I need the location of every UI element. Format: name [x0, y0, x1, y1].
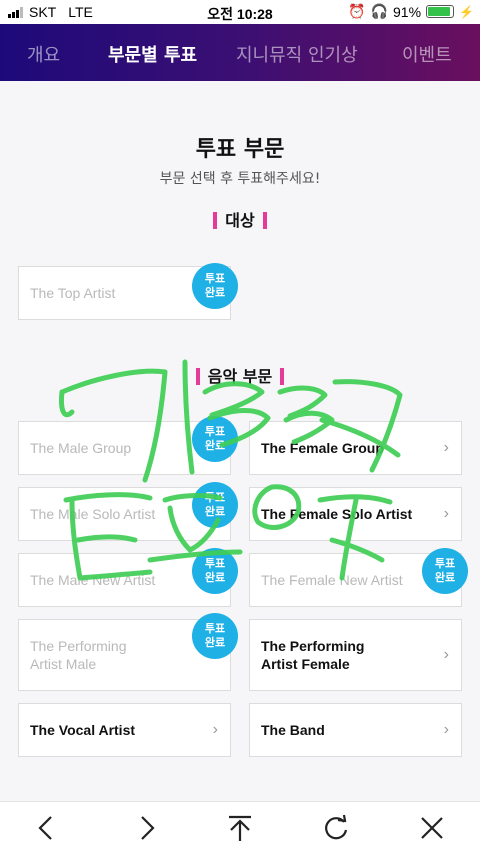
vote-complete-badge: 투표 완료 [192, 482, 238, 528]
vote-card-band[interactable]: The Band › [249, 703, 462, 757]
vote-card-label: The Performing Artist Male [30, 637, 126, 673]
badge-line-1: 투표 [204, 491, 226, 504]
heading-accent-left [213, 212, 218, 229]
heading-accent-left [195, 368, 200, 385]
badge-line-2: 완료 [204, 439, 226, 452]
label-line-1: The Performing [30, 638, 127, 654]
vote-card-female-solo[interactable]: The Female Solo Artist › [249, 487, 462, 541]
vote-content: 투표 부문 부문 선택 후 투표해주세요! 대상 The Top Artist … [0, 81, 480, 801]
badge-line-2: 완료 [434, 571, 456, 584]
vote-card-label: The Vocal Artist [30, 722, 136, 738]
label-line-1: The Performing [261, 638, 365, 654]
forward-icon [141, 816, 155, 840]
vote-card-label: The Male Group [30, 440, 132, 456]
close-button[interactable] [416, 812, 448, 844]
browser-toolbar [0, 801, 480, 853]
chevron-right-icon: › [212, 721, 218, 738]
badge-line-1: 투표 [204, 272, 226, 285]
vote-card-label: The Male Solo Artist [30, 506, 156, 522]
section-heading-grand-label: 대상 [225, 211, 255, 230]
section-heading-music: 음악 부문 [0, 363, 480, 387]
badge-line-2: 완료 [204, 505, 226, 518]
tab-event[interactable]: 이벤트 [402, 41, 452, 67]
status-bar: SKT LTE 오전 10:28 ⏰ 🎧 91% ⚡ [0, 0, 480, 24]
section-heading-grand: 대상 [0, 207, 480, 231]
chevron-right-icon: › [443, 439, 449, 456]
badge-line-1: 투표 [204, 557, 226, 570]
back-icon [38, 816, 52, 840]
vote-card-performing-female[interactable]: The Performing Artist Female › [249, 619, 462, 691]
vote-card-label: The Band [261, 722, 325, 738]
chevron-right-icon: › [443, 721, 449, 738]
vote-card-female-group[interactable]: The Female Group › [249, 421, 462, 475]
battery-icon [426, 5, 455, 18]
vote-complete-badge: 투표 완료 [192, 613, 238, 659]
status-right: ⏰ 🎧 91% ⚡ [348, 3, 474, 20]
badge-line-1: 투표 [204, 425, 226, 438]
battery-percent: 91% [393, 3, 422, 20]
tab-genie-popularity[interactable]: 지니뮤직 인기상 [236, 41, 358, 67]
heading-accent-right [280, 368, 285, 385]
label-line-2: Artist Female [261, 656, 350, 672]
forward-button[interactable] [131, 812, 163, 844]
vote-card-label: The Female New Artist [261, 572, 403, 588]
vote-complete-badge: 투표 완료 [422, 548, 468, 594]
vote-card-vocal-artist[interactable]: The Vocal Artist › [18, 703, 231, 757]
chevron-right-icon: › [443, 646, 449, 663]
vote-card-label: The Performing Artist Female [261, 637, 364, 673]
label-line-2: Artist Male [30, 656, 97, 672]
vote-complete-badge: 투표 완료 [192, 416, 238, 462]
vote-card-label: The Male New Artist [30, 572, 156, 588]
vote-complete-badge: 투표 완료 [192, 548, 238, 594]
badge-line-2: 완료 [204, 571, 226, 584]
heading-accent-right [262, 212, 267, 229]
close-icon [421, 817, 443, 839]
badge-line-1: 투표 [204, 622, 226, 635]
vote-card-label: The Top Artist [30, 285, 116, 301]
reload-button[interactable] [320, 812, 352, 844]
reload-icon [325, 814, 348, 840]
back-button[interactable] [30, 812, 62, 844]
vote-complete-badge: 투표 완료 [192, 263, 238, 309]
section-heading-music-label: 음악 부문 [207, 367, 273, 386]
page-title: 투표 부문 [195, 137, 285, 162]
alarm-icon: ⏰ [348, 3, 366, 19]
vote-card-label: The Female Group [261, 440, 384, 456]
chevron-right-icon: › [443, 505, 449, 522]
badge-line-2: 완료 [204, 636, 226, 649]
charging-icon: ⚡ [459, 4, 474, 19]
tab-category-vote[interactable]: 부문별 투표 [108, 41, 197, 67]
badge-line-1: 투표 [434, 557, 456, 570]
headphones-icon: 🎧 [370, 3, 389, 19]
tab-overview[interactable]: 개요 [27, 41, 60, 67]
top-nav: 개요 부문별 투표 지니뮤직 인기상 이벤트 [0, 24, 480, 81]
vote-card-label: The Female Solo Artist [261, 506, 413, 522]
badge-line-2: 완료 [204, 286, 226, 299]
share-icon [229, 815, 251, 841]
share-button[interactable] [224, 812, 256, 844]
page-subtitle: 부문 선택 후 투표해주세요! [159, 171, 321, 187]
